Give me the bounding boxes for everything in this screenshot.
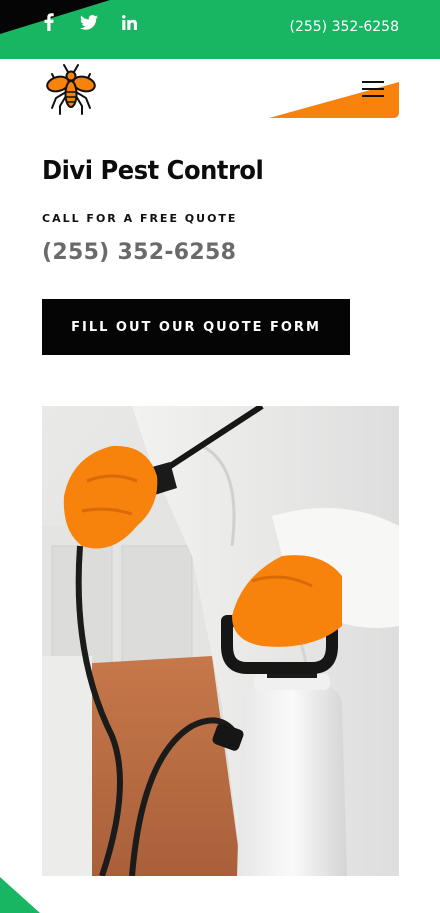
quote-form-button[interactable]: FILL OUT OUR QUOTE FORM [42, 299, 350, 355]
page-title: Divi Pest Control [42, 156, 264, 186]
facebook-icon[interactable] [40, 13, 58, 31]
top-bar: (255) 352-6258 [0, 0, 440, 59]
top-phone-link[interactable]: (255) 352-6258 [290, 19, 400, 35]
site-header [0, 59, 440, 119]
pest-control-sprayer-image [42, 406, 399, 876]
social-links [40, 13, 138, 31]
hamburger-icon[interactable] [362, 81, 384, 97]
mosquito-logo-icon[interactable] [44, 62, 98, 116]
free-quote-subtitle: CALL FOR A FREE QUOTE [42, 212, 238, 225]
twitter-icon[interactable] [80, 13, 98, 31]
linkedin-icon[interactable] [120, 13, 138, 31]
green-corner-decoration [0, 877, 40, 913]
phone-number-link[interactable]: (255) 352-6258 [42, 240, 236, 265]
